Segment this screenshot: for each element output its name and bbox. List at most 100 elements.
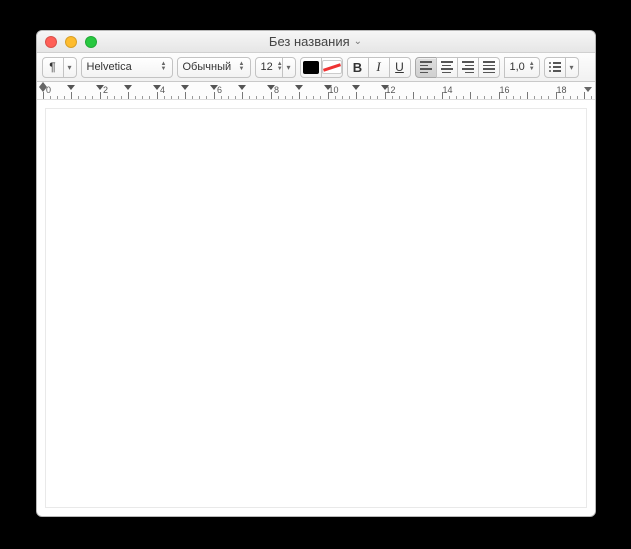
no-highlight-icon [322, 60, 342, 74]
font-style-select[interactable]: Обычный ▲▼ [177, 57, 251, 78]
ruler-tick [128, 92, 129, 99]
ruler-tick-minor [135, 96, 136, 99]
ruler-tick-minor [570, 96, 571, 99]
stepper-arrows-icon: ▲▼ [161, 62, 167, 72]
font-family-select[interactable]: Helvetica ▲▼ [81, 57, 173, 78]
ruler-tick-minor [57, 96, 58, 99]
tab-stop-marker[interactable] [67, 85, 75, 90]
ruler-tick [584, 92, 585, 99]
ruler-tick-minor [349, 96, 350, 99]
tab-stop-marker[interactable] [96, 85, 104, 90]
ruler-tick-minor [591, 96, 592, 99]
ruler-tick-minor [235, 96, 236, 99]
list-button[interactable] [544, 57, 566, 78]
font-family-value: Helvetica [87, 61, 132, 73]
ruler-tick-minor [541, 96, 542, 99]
align-left-icon [420, 61, 432, 73]
ruler-tick-minor [434, 96, 435, 99]
ruler-tick-minor [577, 96, 578, 99]
line-spacing-select[interactable]: 1,0 ▲▼ [504, 57, 540, 78]
ruler-tick-minor [363, 96, 364, 99]
bold-label: B [353, 60, 362, 75]
align-right-icon [462, 61, 474, 73]
ruler-tick-minor [377, 96, 378, 99]
ruler-tick-minor [249, 96, 250, 99]
tab-stop-marker[interactable] [381, 85, 389, 90]
highlight-color-button[interactable] [321, 57, 343, 78]
ruler-tick-minor [513, 96, 514, 99]
ruler-tick [527, 92, 528, 99]
ruler-tick-minor [342, 96, 343, 99]
ruler-tick-minor [406, 96, 407, 99]
close-icon[interactable] [45, 36, 57, 48]
align-left-button[interactable] [415, 57, 437, 78]
underline-button[interactable]: U [389, 57, 411, 78]
ruler-tick-minor [520, 96, 521, 99]
ruler-label: 4 [160, 85, 165, 95]
ruler-tick-minor [427, 96, 428, 99]
minimize-icon[interactable] [65, 36, 77, 48]
ruler-tick-minor [399, 96, 400, 99]
ruler-label: 14 [442, 85, 452, 95]
align-justify-icon [483, 61, 495, 73]
font-style-value: Обычный [183, 61, 232, 73]
ruler-tick-minor [548, 96, 549, 99]
paragraph-styles-button[interactable]: ¶ [42, 57, 64, 78]
ruler-tick-minor [178, 96, 179, 99]
ruler[interactable]: 024681012141618 [37, 82, 595, 100]
tab-stop-marker[interactable] [153, 85, 161, 90]
zoom-icon[interactable] [85, 36, 97, 48]
chevron-down-icon[interactable]: ⌄ [354, 36, 362, 47]
bold-button[interactable]: B [347, 57, 369, 78]
tab-stop-marker[interactable] [210, 85, 218, 90]
tab-stop-marker[interactable] [324, 85, 332, 90]
color-group [300, 57, 343, 78]
ruler-tick-minor [171, 96, 172, 99]
titlebar[interactable]: Без названия ⌄ [37, 31, 595, 53]
list-icon [549, 62, 561, 72]
paragraph-styles-dropdown[interactable]: ▾ [63, 57, 77, 78]
chevron-down-icon: ▾ [569, 63, 573, 72]
ruler-tick [214, 92, 215, 99]
italic-button[interactable]: I [368, 57, 390, 78]
ruler-tick-minor [228, 96, 229, 99]
ruler-tick-minor [449, 96, 450, 99]
ruler-tick-minor [392, 96, 393, 99]
tab-stop-marker[interactable] [181, 85, 189, 90]
spacing-group: 1,0 ▲▼ [504, 57, 540, 78]
ruler-tick-minor [206, 96, 207, 99]
ruler-tick-minor [192, 96, 193, 99]
color-swatch-icon [303, 61, 319, 74]
pilcrow-icon: ¶ [49, 60, 55, 74]
window-controls [37, 36, 97, 48]
app-window: Без названия ⌄ ¶ ▾ Helvetica ▲▼ Обычный … [36, 30, 596, 517]
font-size-select[interactable]: 12 ▲▼ [255, 57, 283, 78]
chevron-down-icon: ▾ [286, 63, 290, 72]
ruler-tick-minor [64, 96, 65, 99]
ruler-label: 6 [217, 85, 222, 95]
tab-stop-marker[interactable] [352, 85, 360, 90]
ruler-tick-minor [278, 96, 279, 99]
tab-stop-marker[interactable] [238, 85, 246, 90]
page[interactable] [45, 108, 587, 508]
tab-stop-marker[interactable] [124, 85, 132, 90]
ruler-tick-minor [370, 96, 371, 99]
ruler-tick [242, 92, 243, 99]
ruler-tick-minor [149, 96, 150, 99]
ruler-tick [43, 92, 44, 99]
document-area [37, 100, 595, 516]
tab-stop-marker[interactable] [295, 85, 303, 90]
ruler-label: 18 [556, 85, 566, 95]
ruler-tick-minor [285, 96, 286, 99]
tab-stop-marker[interactable] [267, 85, 275, 90]
align-right-button[interactable] [457, 57, 479, 78]
text-color-button[interactable] [300, 57, 322, 78]
list-dropdown[interactable]: ▾ [565, 57, 579, 78]
align-justify-button[interactable] [478, 57, 500, 78]
right-margin-marker[interactable] [585, 87, 592, 94]
italic-label: I [376, 59, 380, 75]
align-center-button[interactable] [436, 57, 458, 78]
ruler-tick [470, 92, 471, 99]
ruler-tick-minor [92, 96, 93, 99]
font-size-dropdown[interactable]: ▾ [282, 57, 296, 78]
